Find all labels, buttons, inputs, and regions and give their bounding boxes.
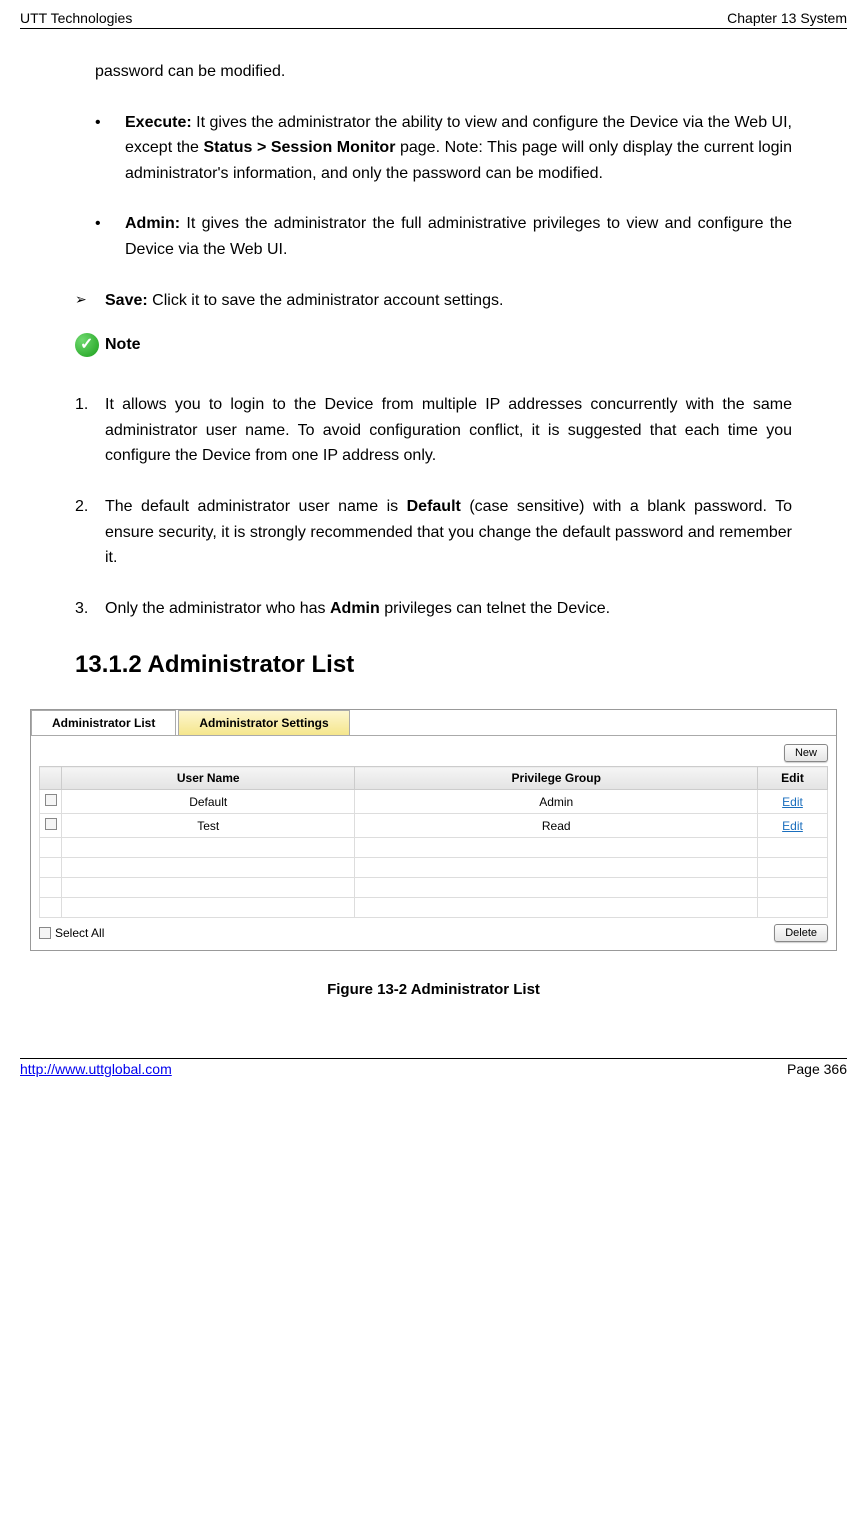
row-checkbox[interactable] <box>45 818 57 830</box>
bullet-execute: • Execute: It gives the administrator th… <box>95 110 792 187</box>
bullet-admin-label: Admin: <box>125 215 180 232</box>
paragraph-continuation: password can be modified. <box>95 59 792 85</box>
table-header-username: User Name <box>62 767 355 790</box>
table-header-checkbox <box>40 767 62 790</box>
note-text-2: The default administrator user name is D… <box>105 494 792 571</box>
table-header-privilege: Privilege Group <box>355 767 758 790</box>
arrow-save: ➢ Save: Click it to save the administrat… <box>75 288 792 314</box>
table-row-empty <box>40 898 828 918</box>
cell-username: Default <box>62 790 355 814</box>
footer-page-number: Page 366 <box>787 1061 847 1077</box>
tabs-bar: Administrator List Administrator Setting… <box>31 710 836 736</box>
select-all-label: Select All <box>55 926 104 940</box>
admin-list-screenshot: Administrator List Administrator Setting… <box>30 709 837 951</box>
edit-link[interactable]: Edit <box>782 795 803 809</box>
note-item-3: 3. Only the administrator who has Admin … <box>75 596 792 622</box>
note-text-3-bold: Admin <box>330 600 380 617</box>
delete-button[interactable]: Delete <box>774 924 828 942</box>
note-text-2-bold: Default <box>407 498 461 515</box>
arrow-icon: ➢ <box>75 288 105 314</box>
bullet-dot-icon: • <box>95 211 125 262</box>
new-button[interactable]: New <box>784 744 828 762</box>
tab-administrator-list[interactable]: Administrator List <box>31 710 176 735</box>
page-header: UTT Technologies Chapter 13 System <box>20 10 847 29</box>
bullet-admin: • Admin: It gives the administrator the … <box>95 211 792 262</box>
bullet-execute-label: Execute: <box>125 114 192 131</box>
table-row-empty <box>40 858 828 878</box>
select-all-checkbox[interactable] <box>39 927 51 939</box>
checkmark-icon <box>75 333 99 357</box>
note-number-3: 3. <box>75 596 105 622</box>
table-row: Default Admin Edit <box>40 790 828 814</box>
select-all-group: Select All <box>39 926 104 940</box>
note-number-1: 1. <box>75 392 105 469</box>
page-content: password can be modified. • Execute: It … <box>20 59 847 998</box>
table-header-edit: Edit <box>758 767 828 790</box>
table-bottom-row: Select All Delete <box>31 918 836 942</box>
footer-link[interactable]: http://www.uttglobal.com <box>20 1061 172 1077</box>
note-callout: Note <box>75 333 792 357</box>
note-item-1: 1. It allows you to login to the Device … <box>75 392 792 469</box>
table-header-row: User Name Privilege Group Edit <box>40 767 828 790</box>
arrow-save-text: Save: Click it to save the administrator… <box>105 288 503 314</box>
note-item-2: 2. The default administrator user name i… <box>75 494 792 571</box>
cell-username: Test <box>62 814 355 838</box>
bullet-admin-text: Admin: It gives the administrator the fu… <box>125 211 792 262</box>
arrow-save-label: Save: <box>105 292 148 309</box>
bullet-execute-text: Execute: It gives the administrator the … <box>125 110 792 187</box>
page-footer: http://www.uttglobal.com Page 366 <box>20 1058 847 1077</box>
section-heading: 13.1.2 Administrator List <box>75 651 792 679</box>
note-label: Note <box>105 336 141 354</box>
cell-privilege: Admin <box>355 790 758 814</box>
arrow-save-body: Click it to save the administrator accou… <box>148 292 504 309</box>
figure-caption: Figure 13-2 Administrator List <box>75 981 792 998</box>
tab-administrator-settings[interactable]: Administrator Settings <box>178 710 349 735</box>
note-text-3b: privileges can telnet the Device. <box>380 600 610 617</box>
admin-table: User Name Privilege Group Edit Default A… <box>39 766 828 918</box>
note-text-2a: The default administrator user name is <box>105 498 407 515</box>
table-row: Test Read Edit <box>40 814 828 838</box>
bullet-admin-body: It gives the administrator the full admi… <box>125 215 792 258</box>
note-text-3a: Only the administrator who has <box>105 600 330 617</box>
table-row-empty <box>40 838 828 858</box>
edit-link[interactable]: Edit <box>782 819 803 833</box>
bullet-dot-icon: • <box>95 110 125 187</box>
cell-privilege: Read <box>355 814 758 838</box>
note-number-2: 2. <box>75 494 105 571</box>
note-text-1: It allows you to login to the Device fro… <box>105 392 792 469</box>
note-text-3: Only the administrator who has Admin pri… <box>105 596 792 622</box>
header-right: Chapter 13 System <box>727 10 847 26</box>
bullet-execute-bold: Status > Session Monitor <box>204 139 396 156</box>
row-checkbox[interactable] <box>45 794 57 806</box>
table-row-empty <box>40 878 828 898</box>
header-left: UTT Technologies <box>20 10 132 26</box>
